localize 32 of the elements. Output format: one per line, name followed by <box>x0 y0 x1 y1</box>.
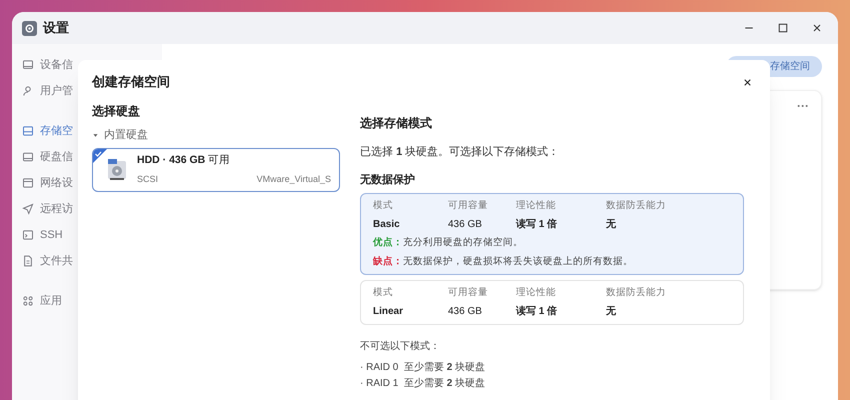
disadvantage-label: 缺点： <box>373 256 403 266</box>
column-value: 436 GB <box>448 305 483 319</box>
column-label: 理论性能 <box>516 286 557 300</box>
column-label: 可用容量 <box>448 199 489 213</box>
disk-interface: SCSI <box>137 173 158 186</box>
unavailable-mode: · RAID 0 至少需要 2 块硬盘 <box>360 360 486 375</box>
column-label: 数据防丢能力 <box>606 286 667 300</box>
column-value: 读写 1 倍 <box>516 304 558 319</box>
dialog-title: 创建存储空间 <box>92 73 170 92</box>
column-label: 模式 <box>373 199 394 213</box>
column-value: 无 <box>606 218 617 232</box>
section-title: 选择存储模式 <box>360 115 433 132</box>
section-title: 选择硬盘 <box>92 103 141 120</box>
column-label: 理论性能 <box>516 199 557 213</box>
unavailable-title: 不可选以下模式： <box>360 340 441 354</box>
disk-model: VMware_Virtual_S <box>256 173 331 186</box>
column-value: 436 GB <box>448 218 483 232</box>
column-label: 数据防丢能力 <box>606 199 667 213</box>
column-value: 无 <box>606 305 617 319</box>
disadvantage-text: 无数据保护，硬盘损坏将丢失该硬盘上的所有数据。 <box>403 256 633 266</box>
column-label: 模式 <box>373 286 394 300</box>
column-value: 读写 1 倍 <box>516 218 558 232</box>
advantage-label: 优点： <box>373 237 403 248</box>
column-label: 可用容量 <box>448 286 489 300</box>
selection-summary: 已选择 1 块硬盘。可选择以下存储模式： <box>360 145 560 160</box>
column-value: Basic <box>373 218 401 232</box>
advantage-text: 充分利用硬盘的存储空间。 <box>403 237 523 248</box>
unavailable-mode: · RAID 1 至少需要 2 块硬盘 <box>360 376 486 391</box>
group-title: 无数据保护 <box>360 172 416 188</box>
disk-title: HDD · 436 GB 可用 <box>137 153 232 168</box>
window-title: 设置 <box>43 19 69 38</box>
column-value: Linear <box>373 305 404 319</box>
